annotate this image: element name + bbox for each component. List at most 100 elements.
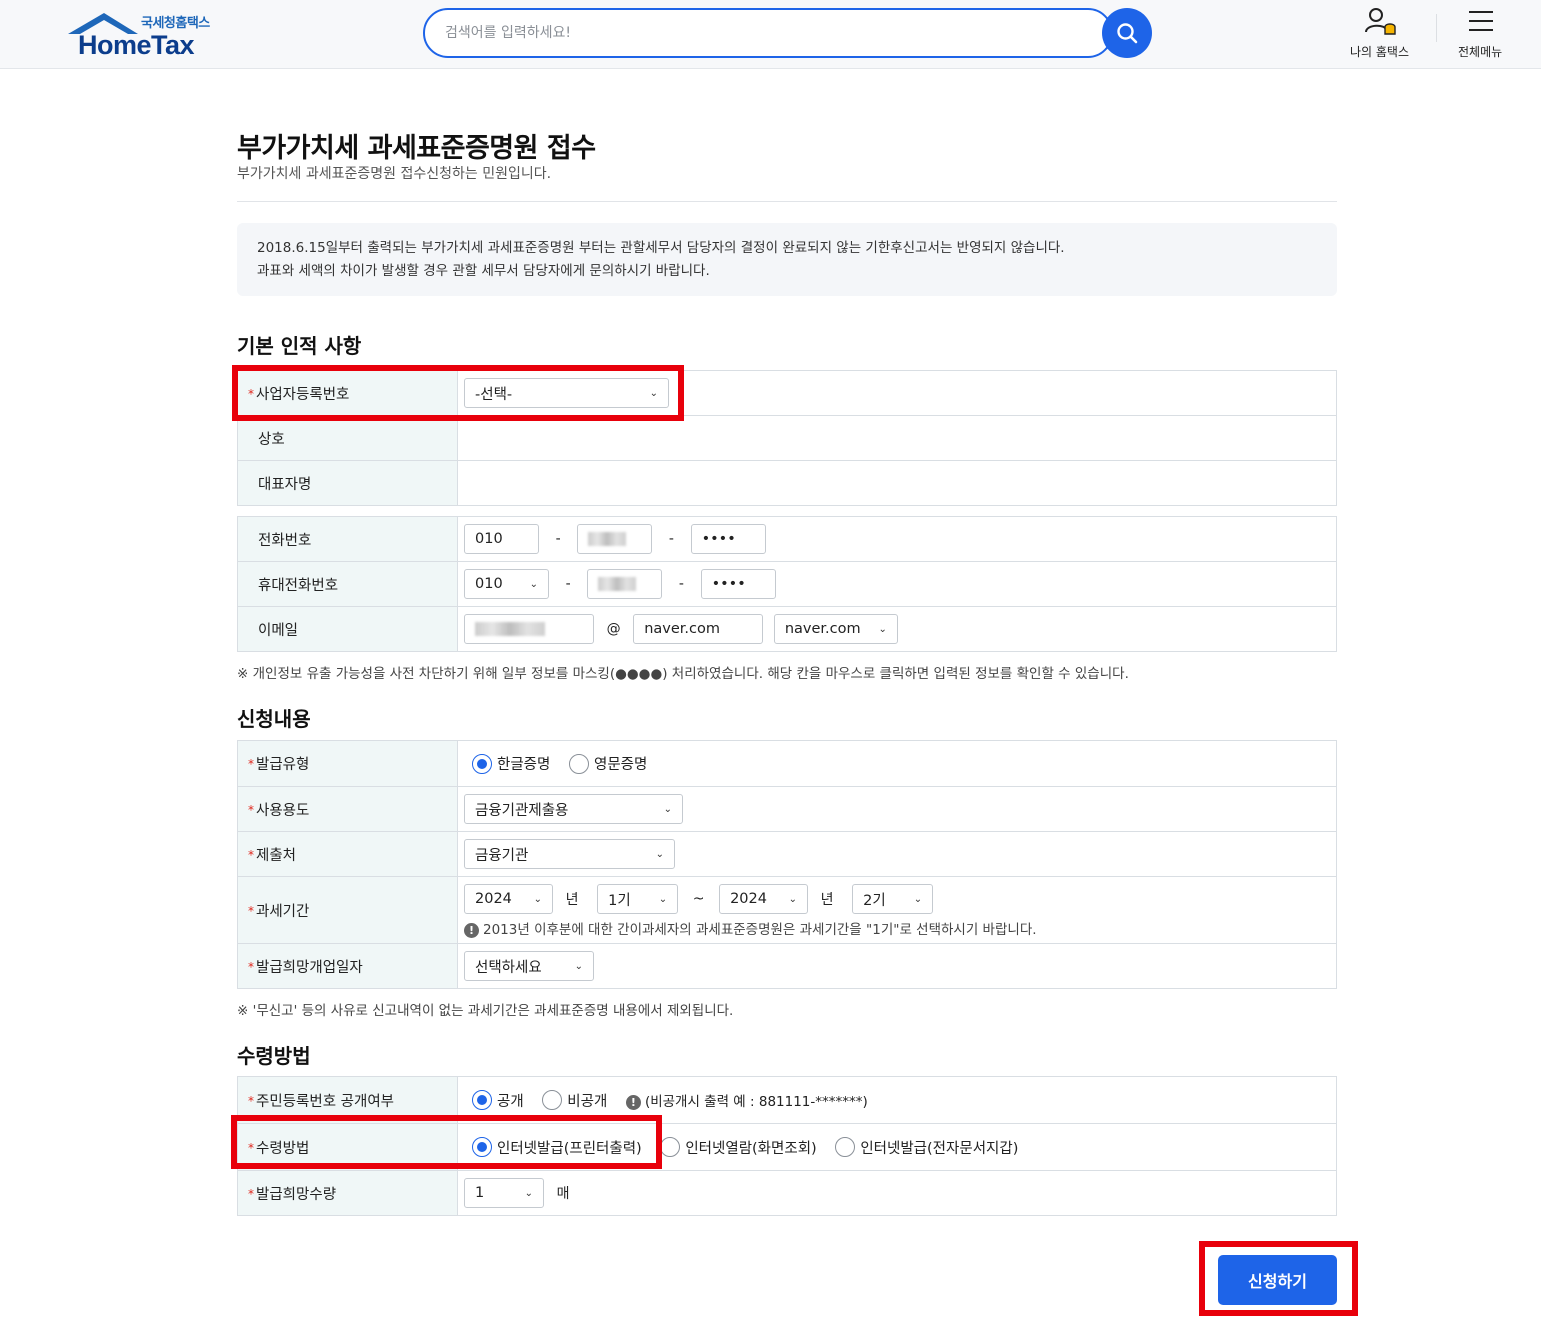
hometax-logo[interactable]: 국세청홈택스 HomeTax [66,10,226,60]
purpose-select-value: 금융기관제출용 [475,802,569,819]
highlight-box-method [231,1115,662,1169]
open-date-label: 발급희망개업일자 [256,959,363,976]
dash: - [565,576,571,592]
mobile-part-1-value: 010 [475,576,503,592]
chevron-down-icon: ⌄ [913,893,923,905]
search-button[interactable] [1102,8,1152,58]
chevron-down-icon: ⌄ [533,893,542,905]
dash: - [668,531,674,547]
phone-part-1-input[interactable]: 010 [464,524,539,554]
required-mark: * [248,802,254,817]
method-wallet-label: 인터넷발급(전자문서지갑) [860,1140,1019,1157]
from-term-select[interactable]: 1기 ⌄ [597,884,679,914]
ceo-label-cell: 대표자명 [237,460,458,506]
required-mark: * [248,757,254,771]
required-mark: * [248,1186,254,1201]
email-id-input[interactable] [464,614,594,644]
all-menu-button[interactable]: 전체메뉴 [1458,6,1502,60]
info-icon: ! [464,922,479,938]
purpose-select[interactable]: 금융기관제출용 ⌄ [464,794,683,824]
type-korean-label: 한글증명 [497,757,551,773]
rrn-public-label: 공개 [497,1093,524,1110]
info-icon: ! [625,1094,641,1110]
mobile-part-3-input[interactable]: •••• [700,569,776,599]
type-english-label: 영문증명 [593,757,648,773]
chevron-down-icon: ⌄ [574,960,583,972]
highlight-box-biz-no [232,365,684,421]
ceo-value [457,460,1337,506]
chevron-down-icon: ⌄ [663,803,672,815]
notice-line-2: 과표와 세액의 차이가 발생할 경우 관할 세무서 담당자에게 문의하시기 바랍… [257,263,710,279]
rrn-private-label: 비공개 [567,1093,608,1110]
from-year-value: 2024 [475,891,512,907]
qty-label: 발급희망수량 [256,1186,337,1203]
rrn-private-radio[interactable]: 비공개 [542,1090,607,1111]
submit-to-label: 제출처 [256,847,297,864]
email-domain-input[interactable]: naver.com [633,614,764,644]
from-term-value: 1기 [608,892,631,909]
chevron-down-icon: ⌄ [658,893,668,905]
logo-subtitle: 국세청홈택스 [141,16,210,31]
search-icon [1117,23,1138,44]
masking-footnote: ※ 개인정보 유출 가능성을 사전 차단하기 위해 일부 정보를 마스킹(●●●… [237,666,1129,682]
method-wallet-radio[interactable]: 인터넷발급(전자문서지갑) [835,1137,1018,1158]
section-title-apply: 신청내용 [237,707,311,731]
purpose-label: 사용용도 [256,802,310,819]
email-label-cell: 이메일 [237,606,458,652]
section-title-receive: 수령방법 [237,1044,311,1068]
purpose-label-cell: * 사용용도 [237,786,458,832]
type-english-radio[interactable]: 영문증명 [568,753,648,774]
required-mark: * [248,847,254,862]
mobile-part-2-input[interactable] [587,569,663,599]
required-mark: * [248,959,254,974]
submit-to-select-value: 금융기관 [475,847,529,864]
qty-select[interactable]: 1 ⌄ [464,1178,544,1208]
title-divider [237,201,1337,202]
radio-selected [472,1090,492,1110]
required-mark: * [248,903,254,918]
to-term-select[interactable]: 2기 ⌄ [852,884,934,914]
my-hometax-label: 나의 홈택스 [1350,45,1410,59]
year-unit: 년 [565,892,579,908]
page-description: 부가가치세 과세표준증명원 접수신청하는 민원입니다. [237,166,552,182]
mobile-label-cell: 휴대전화번호 [237,561,458,607]
company-label-cell: 상호 [237,415,458,461]
method-view-radio[interactable]: 인터넷열람(화면조회) [660,1137,817,1158]
to-year-select[interactable]: 2024 ⌄ [719,884,809,914]
phone-part-3-input[interactable]: •••• [690,524,766,554]
email-at: @ [606,621,621,637]
dash: - [555,531,561,547]
search-input[interactable] [423,8,1113,58]
apply-table: * 발급유형 한글증명 영문증명 * 사용용도 금융기관제출용 ⌄ * 제출처 금융기… [237,740,1337,989]
page-title: 부가가치세 과세표준증명원 접수 [237,133,596,164]
chevron-down-icon: ⌄ [655,848,664,860]
masked-value [588,532,627,546]
notice-line-1: 2018.6.15일부터 출력되는 부가가치세 과세표준증명원 부터는 관할세무… [257,240,1065,256]
rrn-label: 주민등록번호 공개여부 [256,1093,395,1110]
open-date-select-value: 선택하세요 [475,959,542,976]
radio-selected [472,753,492,774]
logo-title: HomeTax [78,30,195,60]
mobile-part-1-select[interactable]: 010 ⌄ [464,569,549,599]
radio-unselected [660,1137,681,1157]
my-hometax-button[interactable]: 나의 홈택스 [1350,6,1409,60]
from-year-select[interactable]: 2024 ⌄ [464,884,553,914]
to-year-value: 2024 [730,891,767,907]
masked-value [598,577,637,591]
type-label-cell: * 발급유형 [237,740,458,787]
type-korean-radio[interactable]: 한글증명 [472,753,550,774]
search-bar [423,8,1153,58]
rrn-public-radio[interactable]: 공개 [472,1090,524,1111]
chevron-down-icon: ⌄ [529,578,538,590]
submit-to-select[interactable]: 금융기관 ⌄ [464,839,675,869]
masked-value [475,622,545,636]
email-label: 이메일 [258,622,299,639]
dash: - [678,576,684,592]
qty-unit: 매 [556,1186,570,1202]
method-view-label: 인터넷열람(화면조회) [685,1140,817,1157]
email-domain-select[interactable]: naver.com ⌄ [773,614,898,644]
open-date-select[interactable]: 선택하세요 ⌄ [464,951,594,981]
contact-table: 전화번호 010 - - •••• 휴대전화번호 010 ⌄ - - •••• … [237,516,1337,652]
global-header: 국세청홈택스 HomeTax 나의 홈택스 전체메뉴 [0,0,1541,69]
phone-part-2-input[interactable] [577,524,653,554]
